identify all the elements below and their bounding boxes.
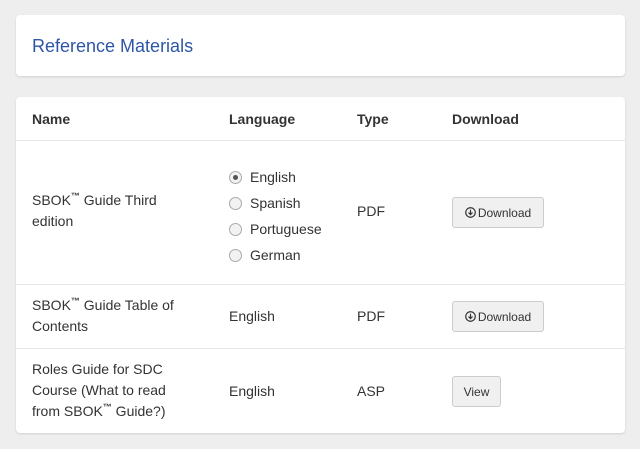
material-language: English	[229, 308, 275, 324]
download-circle-icon	[464, 207, 476, 218]
language-option-english[interactable]: English	[229, 164, 322, 190]
download-button[interactable]: Download	[452, 301, 544, 332]
column-header-download: Download	[452, 111, 519, 127]
material-type: PDF	[357, 203, 385, 219]
radio-button[interactable]	[229, 248, 242, 262]
table-row: SBOK™ Guide Table of Contents English PD…	[16, 285, 625, 349]
column-header-language: Language	[229, 111, 296, 127]
material-type: ASP	[357, 383, 386, 399]
download-circle-icon	[464, 311, 476, 322]
material-name: SBOK™ Guide Table of Contents	[32, 296, 174, 334]
table-row: SBOK™ Guide Third edition English Spanis…	[16, 141, 625, 285]
material-type: PDF	[357, 308, 385, 324]
view-button[interactable]: View	[452, 376, 501, 407]
radio-button[interactable]	[229, 170, 242, 184]
radio-button[interactable]	[229, 196, 242, 210]
page-title: Reference Materials	[32, 36, 194, 56]
language-option-spanish[interactable]: Spanish	[229, 190, 322, 216]
download-button[interactable]: Download	[452, 197, 544, 228]
header-card: Reference Materials	[16, 15, 625, 76]
material-language: English	[229, 383, 275, 399]
language-option-german[interactable]: German	[229, 242, 322, 268]
language-option-portuguese[interactable]: Portuguese	[229, 216, 322, 242]
radio-button[interactable]	[229, 222, 242, 236]
language-radio-group: English Spanish Portuguese German	[229, 164, 322, 268]
material-name: SBOK™ Guide Third edition	[32, 191, 157, 229]
column-header-type: Type	[357, 111, 389, 127]
column-header-name: Name	[32, 111, 71, 127]
material-name: Roles Guide for SDC Course (What to read…	[32, 361, 166, 419]
table-header-row: Name Language Type Download	[16, 97, 625, 141]
table-row: Roles Guide for SDC Course (What to read…	[16, 349, 625, 433]
materials-table: Name Language Type Download SBOK™ Guide …	[16, 97, 625, 433]
